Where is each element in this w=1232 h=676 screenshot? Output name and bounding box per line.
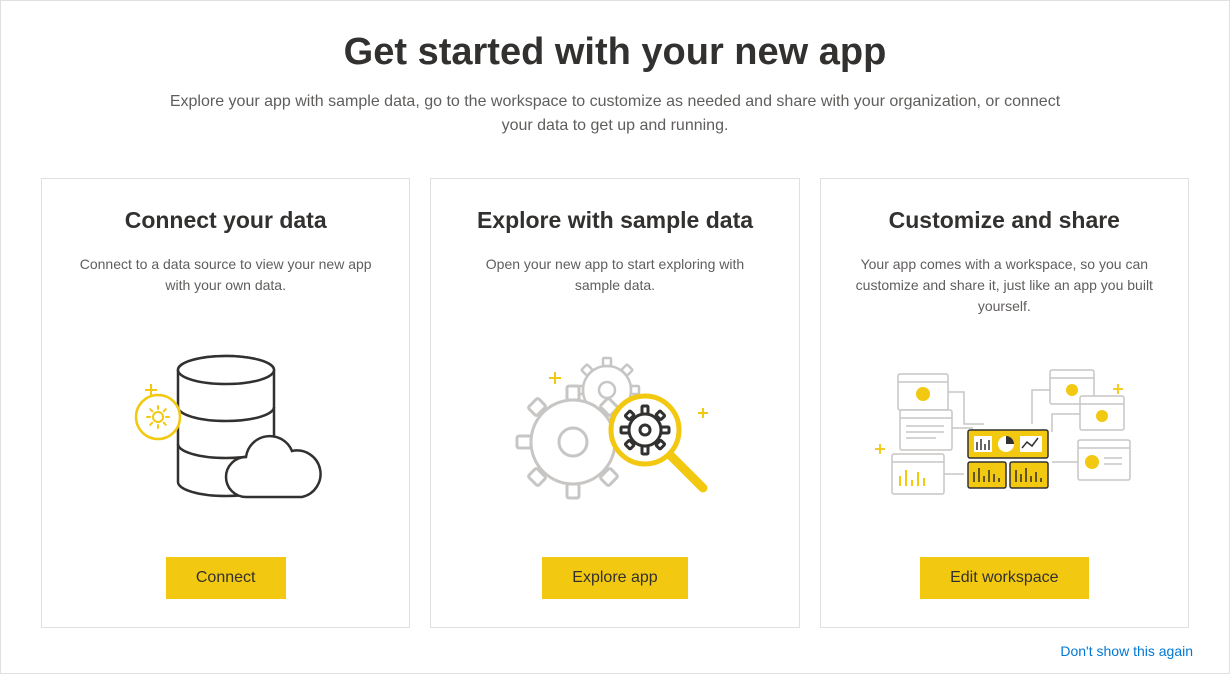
onboarding-dialog: Get started with your new app Explore yo… (0, 0, 1230, 674)
connect-button[interactable]: Connect (166, 557, 286, 599)
card-title: Customize and share (889, 207, 1120, 234)
card-explore-sample: Explore with sample data Open your new a… (430, 178, 799, 628)
database-cloud-icon (66, 316, 385, 537)
card-description: Your app comes with a workspace, so you … (854, 254, 1154, 317)
card-title: Connect your data (125, 207, 327, 234)
card-connect-data: Connect your data Connect to a data sour… (41, 178, 410, 628)
card-description: Connect to a data source to view your ne… (76, 254, 376, 296)
dont-show-again-link[interactable]: Don't show this again (1060, 643, 1193, 659)
workspace-dashboard-icon (845, 337, 1164, 537)
card-description: Open your new app to start exploring wit… (465, 254, 765, 296)
page-subtitle: Explore your app with sample data, go to… (155, 90, 1075, 138)
cards-row: Connect your data Connect to a data sour… (41, 178, 1189, 628)
edit-workspace-button[interactable]: Edit workspace (920, 557, 1089, 599)
explore-app-button[interactable]: Explore app (542, 557, 687, 599)
card-title: Explore with sample data (477, 207, 753, 234)
card-customize-share: Customize and share Your app comes with … (820, 178, 1189, 628)
page-title: Get started with your new app (41, 31, 1189, 74)
gears-magnifier-icon (455, 316, 774, 537)
